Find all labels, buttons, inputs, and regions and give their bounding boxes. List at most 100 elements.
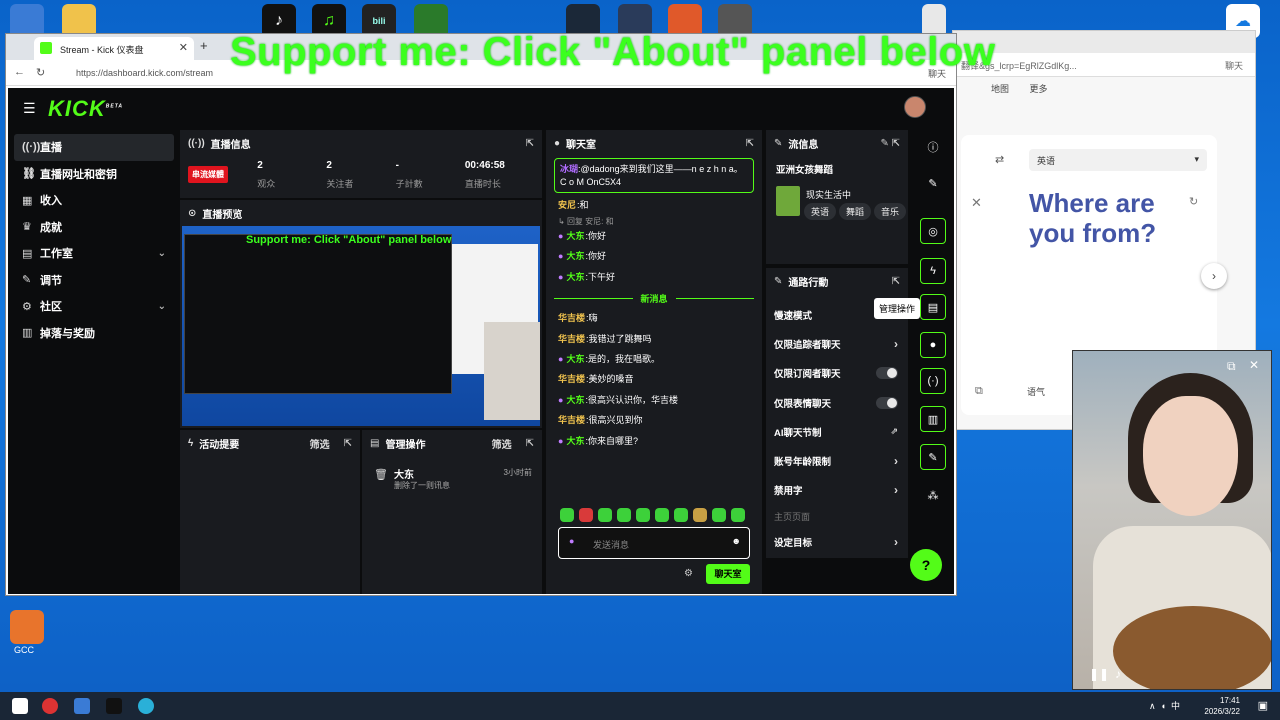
emoji-icon[interactable]: ☻ (732, 536, 741, 546)
start-icon[interactable] (12, 698, 28, 714)
nav-map[interactable]: 地图 (991, 84, 1009, 94)
chat-settings-icon[interactable]: ⚙ (684, 568, 693, 579)
gcc-desktop-icon[interactable] (10, 610, 44, 644)
emote-icon[interactable] (655, 508, 669, 522)
camera-overlay[interactable]: ⧉ ✕ ❚❚ ♪ (1072, 350, 1272, 690)
back-icon[interactable]: ← (14, 66, 25, 78)
wrench-icon[interactable]: ✎ (920, 444, 946, 470)
target-language-select[interactable]: 英语 ▾ (1029, 149, 1207, 171)
pip-close-icon[interactable]: ✕ (1249, 358, 1259, 372)
chat-user[interactable]: 大东 (566, 353, 584, 367)
popout-icon[interactable]: ⇱ (344, 438, 352, 449)
mod-row-set-goal[interactable]: 设定目标 › (766, 527, 908, 556)
filter-button[interactable]: 筛选 (492, 436, 512, 451)
emote-icon[interactable] (617, 508, 631, 522)
mod-row-subscribers-only[interactable]: 仅限订阅者聊天 (766, 359, 908, 388)
chat-user[interactable]: 华吉楼 (558, 414, 585, 428)
subscribers-only-toggle[interactable] (876, 367, 898, 380)
ime-indicator[interactable]: 中 (1171, 701, 1180, 711)
chat-user[interactable]: 华吉楼 (558, 373, 585, 387)
tag[interactable]: 音乐 (874, 203, 907, 220)
filter-button[interactable]: 筛选 (310, 436, 330, 451)
sidebar-item-achievements[interactable]: ♛ 成就 (14, 214, 174, 241)
tag[interactable]: 英语 (804, 203, 837, 220)
bolt-icon[interactable]: ϟ (920, 258, 946, 284)
help-icon[interactable]: ? (910, 549, 942, 581)
community-icon[interactable]: ⁂ (920, 482, 946, 508)
camera-icon[interactable]: ◎ (920, 218, 946, 244)
sidebar-item-studio[interactable]: ▤ 工作室 ⌄ (14, 240, 174, 267)
chat-user[interactable]: 安尼 (558, 199, 576, 213)
sidebar-item-income[interactable]: ▦ 收入 (14, 187, 174, 214)
emote-icon[interactable] (598, 508, 612, 522)
tag[interactable]: 舞蹈 (839, 203, 872, 220)
reload-icon[interactable]: ↻ (36, 66, 45, 79)
menu-icon[interactable]: ☰ (23, 100, 36, 117)
popout-icon[interactable]: ⇱ (526, 438, 534, 449)
chat-user[interactable]: 大东 (566, 230, 584, 244)
emote-icon[interactable] (560, 508, 574, 522)
popout-icon[interactable]: ⇱ (526, 138, 534, 149)
mod-row-banned-words[interactable]: 禁用字 › (766, 476, 908, 505)
popout-icon[interactable]: ⇱ (746, 138, 754, 149)
notification-icon[interactable]: ▣ (1258, 699, 1268, 712)
mod-row-account-age[interactable]: 账号年龄限制 › (766, 446, 908, 475)
tab-kick-dashboard[interactable]: Stream - Kick 仪表盘 ✕ (34, 37, 194, 60)
emote-icon[interactable] (712, 508, 726, 522)
kick-logo[interactable]: KICKBETA (48, 96, 123, 122)
mod-row-followers-only[interactable]: 仅限追踪者聊天 › (766, 329, 908, 358)
popout-icon[interactable]: ⇱ (892, 276, 900, 287)
chat-user[interactable]: 大东 (566, 250, 584, 264)
avatar[interactable] (904, 96, 926, 118)
info-icon[interactable]: ⓘ (920, 134, 946, 160)
tiktok-taskbar-icon[interactable] (106, 698, 122, 714)
swap-languages-icon[interactable]: ⇄ (995, 153, 1004, 166)
sidebar-item-community[interactable]: ⚙ 社区 ⌄ (14, 293, 174, 320)
tone-label[interactable]: 语气 (1027, 385, 1045, 398)
chat-user[interactable]: 大东 (566, 394, 584, 408)
emote-icon[interactable] (636, 508, 650, 522)
chat-user[interactable]: 华吉楼 (558, 312, 585, 326)
translator-profile-label[interactable]: 聊天 (1225, 59, 1243, 72)
category-thumbnail[interactable] (776, 186, 800, 216)
emote-icon[interactable] (579, 508, 593, 522)
mod-row-emote-only[interactable]: 仅限表情聊天 (766, 388, 908, 417)
nav-more[interactable]: 更多 (1030, 84, 1048, 94)
sidebar-item-drops[interactable]: ▥ 掉落与奖励 (14, 320, 174, 347)
chat-icon[interactable]: ● (920, 332, 946, 358)
list-icon[interactable]: ▤ (920, 294, 946, 320)
pencil-icon[interactable]: ✎ (920, 170, 946, 196)
sidebar-item-stream[interactable]: ((·)) 直播 (14, 134, 174, 161)
chat-send-button[interactable]: 聊天室 (706, 564, 750, 584)
translator-address-bar[interactable]: 翻译&gs_lcrp=EgRlZGdlKg... 聊天 (953, 53, 1255, 77)
emote-icon[interactable] (674, 508, 688, 522)
sidebar-item-stream-key[interactable]: ⛓ 直播网址和密钥 (14, 161, 174, 188)
copy-icon[interactable]: ⧉ (975, 385, 983, 398)
clear-icon[interactable]: ✕ (971, 195, 982, 211)
taskbar-app-icon[interactable] (42, 698, 58, 714)
mod-row-ai-moderation[interactable]: AI聊天节制 ⇗ (766, 417, 908, 446)
layout-icon[interactable]: ▥ (920, 406, 946, 432)
edge-taskbar-icon[interactable] (138, 698, 154, 714)
chat-user[interactable]: 大东 (566, 435, 584, 449)
emote-only-toggle[interactable] (876, 396, 898, 409)
clock[interactable]: 17:41 2026/3/22 (1204, 695, 1240, 717)
emote-icon[interactable] (731, 508, 745, 522)
stream-preview-video[interactable]: Support me: Click "About" panel below (182, 226, 540, 426)
broadcast-icon[interactable]: (·) (920, 368, 946, 394)
edit-icon[interactable]: ✎ ⇱ (880, 138, 900, 149)
category-name[interactable]: 现实生活中 (806, 188, 851, 201)
tab-close-icon[interactable]: ✕ (179, 41, 188, 54)
sidebar-item-moderation[interactable]: ✎ 调节 (14, 267, 174, 294)
refresh-icon[interactable]: ↻ (1189, 195, 1198, 208)
pip-expand-icon[interactable]: ⧉ (1227, 359, 1236, 374)
chat-input[interactable]: ● 发送消息 ☻ (558, 527, 750, 559)
taskbar-app-icon[interactable] (74, 698, 90, 714)
next-arrow-icon[interactable]: › (1201, 263, 1227, 289)
emote-icon[interactable] (693, 508, 707, 522)
pause-icon[interactable]: ❚❚ (1089, 667, 1109, 681)
new-tab-icon[interactable]: + (200, 38, 208, 53)
volume-icon[interactable]: ♪ (1115, 667, 1121, 681)
chat-user[interactable]: 大东 (566, 271, 584, 285)
chat-user[interactable]: 华吉楼 (558, 333, 585, 347)
